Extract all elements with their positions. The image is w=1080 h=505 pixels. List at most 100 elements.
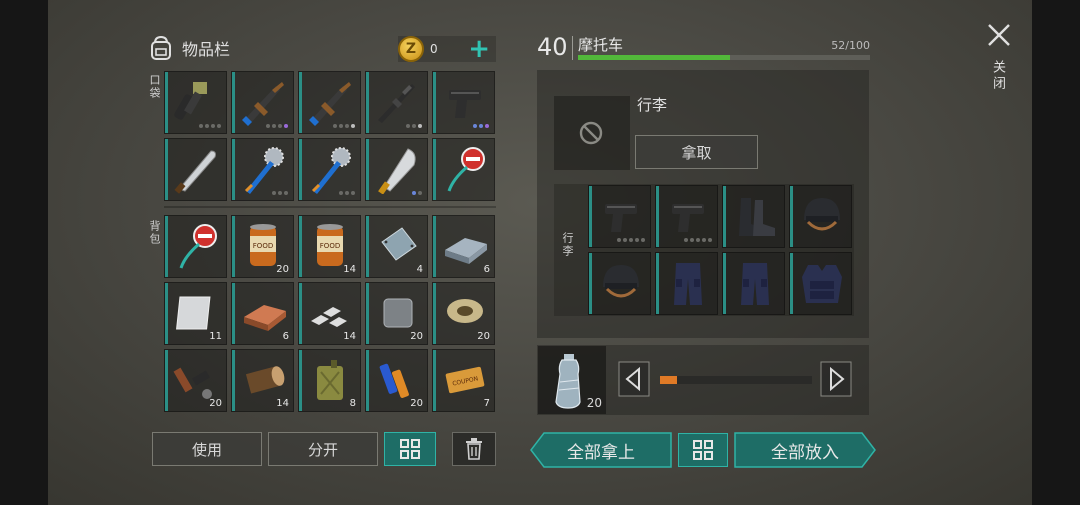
rarity-dots [412, 191, 422, 195]
rarity-dots [406, 124, 422, 128]
add-coins-button[interactable]: + [468, 36, 490, 62]
pocket-slot[interactable] [365, 138, 428, 201]
increase-arrow-button[interactable] [820, 361, 852, 397]
item-quantity: 20 [410, 398, 423, 409]
capacity-bar-fill [578, 55, 730, 60]
pocket-label: 口袋 [148, 74, 161, 100]
put-all-label: 全部放入 [771, 442, 839, 463]
luggage-slot[interactable] [588, 252, 651, 315]
backpack-slot[interactable]: 6 [432, 215, 495, 278]
close-icon[interactable] [986, 22, 1012, 48]
prohibited-icon [579, 121, 603, 145]
machete-icon [174, 150, 216, 194]
left-letterbox [0, 0, 48, 505]
use-button[interactable]: 使用 [152, 432, 262, 466]
pocket-slot[interactable] [164, 71, 227, 134]
backpack-slot[interactable]: 20 [365, 282, 428, 345]
pocket-slot[interactable] [298, 138, 361, 201]
rarity-dots [272, 191, 288, 195]
vehicle-capacity: 52/100 [831, 39, 870, 52]
pocket-slot[interactable] [432, 71, 495, 134]
pocket-slot[interactable] [432, 138, 495, 201]
rarity-dots [617, 238, 645, 242]
luggage-slot[interactable] [655, 185, 718, 248]
luggage-slot[interactable] [789, 252, 852, 315]
inventory-title: 物品栏 [182, 40, 231, 59]
pocket-slot[interactable] [231, 138, 294, 201]
item-quantity: 14 [276, 398, 289, 409]
tactical-pants-icon [741, 263, 769, 305]
inventory-header: 物品栏 [146, 32, 230, 64]
right-letterbox [1032, 0, 1080, 505]
pocket-slot[interactable] [164, 138, 227, 201]
item-quantity: 14 [343, 264, 356, 275]
item-quantity: 7 [483, 398, 490, 409]
backpack-slot[interactable]: FOOD 20 [231, 215, 294, 278]
pocket-slot[interactable] [298, 71, 361, 134]
coin-counter: Z 0 + [398, 36, 496, 62]
coupon-icon: COUPON [445, 366, 485, 394]
decrease-arrow-button[interactable] [618, 361, 650, 397]
pocket-slot[interactable] [365, 71, 428, 134]
saw-mace-icon [311, 147, 351, 194]
pistol-icon [605, 204, 637, 232]
rarity-dots [684, 238, 712, 242]
item-quantity: 20 [209, 398, 222, 409]
close-label[interactable]: 关闭 [990, 60, 1007, 92]
saw-mace-icon [244, 147, 284, 194]
luggage-slot[interactable] [722, 185, 785, 248]
luggage-slot[interactable] [655, 252, 718, 315]
cleaver-icon [378, 148, 416, 194]
luggage-slot[interactable] [789, 185, 852, 248]
rarity-dots [339, 191, 355, 195]
game-screen: 物品栏 Z 0 + 口袋 背包 使用 分开 40 摩托车 52/100 行李 拿… [0, 0, 1080, 505]
backpack-icon [151, 35, 171, 60]
slider-thumb[interactable] [660, 376, 680, 384]
backpack-slot[interactable] [164, 215, 227, 278]
luggage-empty-slot[interactable] [554, 96, 630, 170]
backpack-slot[interactable]: 6 [231, 282, 294, 345]
backpack-slot[interactable]: FOOD 14 [298, 215, 361, 278]
transfer-item-qty: 20 [586, 396, 602, 410]
put-all-button[interactable]: 全部放入 [734, 432, 876, 468]
assault-rifle-icon [242, 82, 284, 126]
luggage-slot[interactable] [722, 252, 785, 315]
transfer-item-slot[interactable]: 20 [538, 346, 606, 414]
trash-icon [466, 438, 482, 460]
rarity-dots [473, 124, 489, 128]
luggage-title: 行李 [637, 96, 668, 114]
backpack-slot[interactable]: 4 [365, 215, 428, 278]
backpack-label: 背包 [148, 220, 161, 246]
item-quantity: 20 [276, 264, 289, 275]
svg-text:FOOD: FOOD [320, 242, 340, 250]
metal-plate-icon [381, 227, 417, 261]
take-button[interactable]: 拿取 [635, 135, 758, 169]
coin-icon: Z [398, 36, 424, 62]
trash-button[interactable] [452, 432, 496, 466]
rarity-dots [266, 124, 288, 128]
take-all-button[interactable]: 全部拿上 [530, 432, 672, 468]
vehicle-separator [572, 36, 573, 60]
stop-sign-icon [179, 224, 217, 269]
backpack-slot[interactable]: 11 [164, 282, 227, 345]
backpack-slot[interactable]: 20 [164, 349, 227, 412]
backpack-slot[interactable]: 20 [365, 349, 428, 412]
pistol-icon [449, 90, 481, 118]
grid-view-button[interactable] [384, 432, 436, 466]
pocket-slot[interactable] [231, 71, 294, 134]
stop-sign-icon [447, 147, 485, 192]
flamethrower-icon [174, 82, 207, 120]
tactical-pants-icon [674, 263, 702, 305]
backpack-slot[interactable]: COUPON 7 [432, 349, 495, 412]
backpack-slot[interactable]: 20 [432, 282, 495, 345]
split-button[interactable]: 分开 [268, 432, 378, 466]
quantity-slider[interactable] [660, 376, 812, 384]
luggage-grid-view-button[interactable] [678, 433, 728, 467]
item-quantity: 20 [477, 331, 490, 342]
item-quantity: 8 [349, 398, 356, 409]
take-all-label: 全部拿上 [567, 442, 635, 463]
backpack-slot[interactable]: 14 [231, 349, 294, 412]
luggage-slot[interactable] [588, 185, 651, 248]
backpack-slot[interactable]: 8 [298, 349, 361, 412]
backpack-slot[interactable]: 14 [298, 282, 361, 345]
